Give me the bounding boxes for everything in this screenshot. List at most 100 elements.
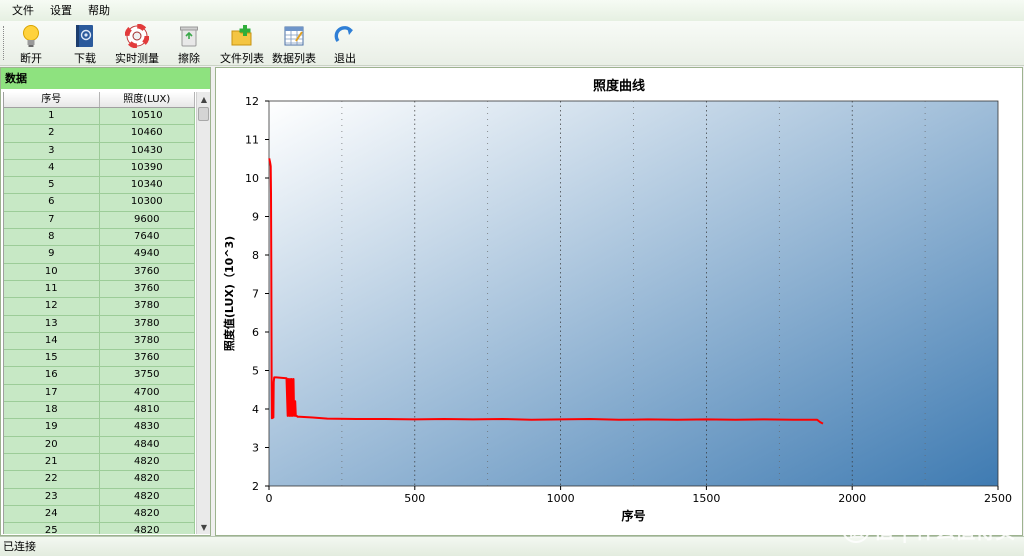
- cell-lux: 7640: [99, 229, 195, 247]
- cell-lux: 10510: [99, 108, 195, 126]
- cell-lux: 3780: [99, 298, 195, 316]
- table-row[interactable]: 1 10510: [4, 108, 195, 126]
- column-header-index[interactable]: 序号: [4, 92, 100, 107]
- menu-file[interactable]: 文件: [4, 0, 42, 21]
- cell-lux: 3760: [99, 280, 195, 299]
- table-row[interactable]: 17 4700: [4, 384, 195, 403]
- y-tick-label: 3: [252, 442, 259, 455]
- erase-button[interactable]: 擦除: [170, 22, 208, 65]
- cell-lux: 3760: [99, 263, 195, 281]
- x-tick-label: 2000: [838, 492, 866, 505]
- illuminance-chart: 照度曲线 0 500 1000 1500 2000 250023456789101112 …: [222, 78, 1012, 523]
- exit-arrow-icon: [334, 26, 353, 43]
- cell-index: 14: [4, 332, 100, 351]
- cell-lux: 4820: [99, 471, 195, 489]
- cell-index: 15: [4, 350, 100, 368]
- x-tick-label: 0: [266, 492, 273, 505]
- data-grid[interactable]: 序号 照度(LUX) 1 10510 2 10460 3 10430 4 10390 5 1034…: [3, 92, 195, 534]
- table-row[interactable]: 16 3750: [4, 367, 195, 385]
- erase-label: 擦除: [178, 52, 200, 65]
- table-row[interactable]: 7 9600: [4, 211, 195, 230]
- cell-lux: 4700: [99, 384, 195, 403]
- cell-index: 24: [4, 505, 100, 524]
- cell-lux: 3760: [99, 350, 195, 368]
- y-tick-label: 11: [245, 134, 259, 147]
- cell-index: 11: [4, 280, 100, 299]
- toolbar-grip[interactable]: [3, 26, 6, 60]
- cell-lux: 4840: [99, 436, 195, 454]
- menu-settings[interactable]: 设置: [42, 0, 80, 21]
- column-header-lux[interactable]: 照度(LUX): [100, 92, 195, 107]
- data-panel-title: 数据: [1, 68, 210, 89]
- scroll-thumb[interactable]: [198, 107, 209, 121]
- table-row[interactable]: 19 4830: [4, 419, 195, 437]
- scroll-down-icon[interactable]: ▼: [197, 520, 211, 534]
- table-row[interactable]: 6 10300: [4, 194, 195, 212]
- table-row[interactable]: 2 10460: [4, 125, 195, 143]
- cell-lux: 4810: [99, 402, 195, 420]
- table-row[interactable]: 4 10390: [4, 159, 195, 178]
- table-row[interactable]: 12 3780: [4, 298, 195, 316]
- cell-index: 22: [4, 471, 100, 489]
- table-row[interactable]: 3 10430: [4, 142, 195, 160]
- cell-lux: 3750: [99, 367, 195, 385]
- toolbar: 断开 下载 实时测量 擦除 文件列表 数据列表 退出: [0, 21, 1024, 66]
- menu-bar: 文件 设置 帮助: [0, 0, 1024, 21]
- table-row[interactable]: 11 3760: [4, 280, 195, 299]
- disconnect-button[interactable]: 断开: [12, 22, 50, 65]
- watermark-logo-icon: 值: [842, 515, 870, 543]
- table-row[interactable]: 5 10340: [4, 177, 195, 195]
- x-tick-label: 1500: [692, 492, 720, 505]
- table-row[interactable]: 10 3760: [4, 263, 195, 281]
- table-row[interactable]: 18 4810: [4, 402, 195, 420]
- x-tick-label: 2500: [984, 492, 1012, 505]
- y-tick-label: 6: [252, 326, 259, 339]
- table-row[interactable]: 13 3780: [4, 315, 195, 333]
- cell-lux: 9600: [99, 211, 195, 230]
- cell-lux: 4820: [99, 453, 195, 472]
- cell-index: 18: [4, 402, 100, 420]
- x-tick-label: 500: [404, 492, 425, 505]
- lifebuoy-icon: [125, 24, 149, 48]
- cell-lux: 3780: [99, 315, 195, 333]
- table-row[interactable]: 20 4840: [4, 436, 195, 454]
- table-row[interactable]: 14 3780: [4, 332, 195, 351]
- cell-index: 16: [4, 367, 100, 385]
- cell-lux: 10430: [99, 142, 195, 160]
- cell-index: 1: [4, 108, 100, 126]
- table-row[interactable]: 22 4820: [4, 471, 195, 489]
- table-row[interactable]: 24 4820: [4, 505, 195, 524]
- table-row[interactable]: 23 4820: [4, 488, 195, 506]
- table-row[interactable]: 8 7640: [4, 229, 195, 247]
- data-list-button[interactable]: 数据列表: [270, 22, 318, 65]
- cell-index: 9: [4, 246, 100, 264]
- table-row[interactable]: 21 4820: [4, 453, 195, 472]
- table-row[interactable]: 25 4820: [4, 523, 195, 534]
- cell-index: 19: [4, 419, 100, 437]
- address-book-icon: [76, 25, 93, 47]
- cell-lux: 10460: [99, 125, 195, 143]
- scroll-up-icon[interactable]: ▲: [197, 92, 211, 106]
- vertical-scrollbar[interactable]: ▲ ▼: [196, 92, 210, 534]
- table-row[interactable]: 9 4940: [4, 246, 195, 264]
- download-button[interactable]: 下载: [66, 22, 104, 65]
- cell-index: 20: [4, 436, 100, 454]
- cell-index: 7: [4, 211, 100, 230]
- table-row[interactable]: 15 3760: [4, 350, 195, 368]
- x-tick-label: 1000: [547, 492, 575, 505]
- cell-index: 2: [4, 125, 100, 143]
- cell-lux: 10300: [99, 194, 195, 212]
- y-tick-label: 9: [252, 211, 259, 224]
- realtime-measure-button[interactable]: 实时测量: [113, 22, 161, 65]
- cell-lux: 4820: [99, 505, 195, 524]
- cell-lux: 10390: [99, 159, 195, 178]
- cell-lux: 10340: [99, 177, 195, 195]
- spreadsheet-icon: [284, 26, 304, 46]
- exit-button[interactable]: 退出: [326, 22, 364, 65]
- cell-index: 3: [4, 142, 100, 160]
- file-list-button[interactable]: 文件列表: [218, 22, 266, 65]
- cell-index: 17: [4, 384, 100, 403]
- cell-index: 6: [4, 194, 100, 212]
- cell-index: 10: [4, 263, 100, 281]
- menu-help[interactable]: 帮助: [80, 0, 118, 21]
